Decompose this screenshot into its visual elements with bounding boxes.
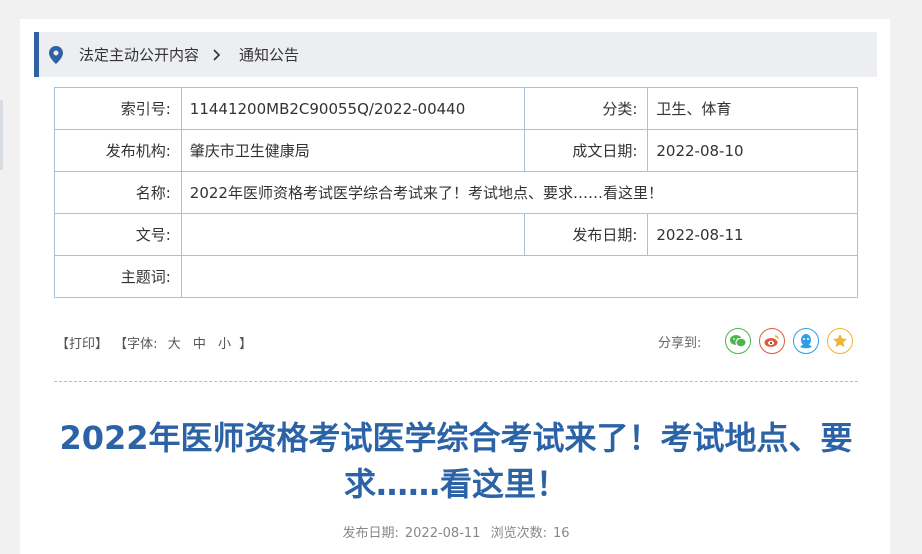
table-row: 主题词: bbox=[54, 255, 859, 298]
divider bbox=[54, 381, 858, 382]
print-button[interactable]: 【打印】 bbox=[56, 337, 108, 352]
category-value: 卫生、体育 bbox=[647, 87, 858, 130]
subject-label: 主题词: bbox=[54, 255, 182, 298]
font-size-suffix: 】 bbox=[239, 337, 253, 352]
page-tools: 【打印】 【字体: 大 中 小 】 bbox=[56, 333, 254, 352]
table-row: 发布机构: 肇庆市卫生健康局 成文日期: 2022-08-10 bbox=[54, 129, 858, 172]
font-large-button[interactable]: 大 bbox=[168, 337, 181, 352]
table-row: 索引号: 11441200MB2C90055Q/2022-00440 分类: 卫… bbox=[54, 87, 858, 130]
left-edge bbox=[0, 100, 3, 170]
content-panel: 法定主动公开内容 通知公告 索引号: 11441200MB2C90055Q/20… bbox=[20, 19, 890, 554]
table-row: 文号: 发布日期: 2022-08-11 bbox=[54, 213, 858, 256]
share-label: 分享到: bbox=[658, 335, 702, 351]
published-date-label: 发布日期: bbox=[523, 213, 649, 256]
doc-number-label: 文号: bbox=[54, 213, 182, 256]
font-small-button[interactable]: 小 bbox=[218, 337, 231, 352]
wechat-icon[interactable] bbox=[725, 328, 752, 354]
document-info-table: 索引号: 11441200MB2C90055Q/2022-00440 分类: 卫… bbox=[54, 87, 859, 298]
name-value: 2022年医师资格考试医学综合考试来了！考试地点、要求……看这里！ bbox=[180, 171, 859, 214]
breadcrumb-item-notices[interactable]: 通知公告 bbox=[239, 44, 299, 65]
breadcrumb-item-public-content[interactable]: 法定主动公开内容 bbox=[79, 44, 199, 65]
published-date-value: 2022-08-11 bbox=[647, 213, 858, 256]
left-strip bbox=[0, 0, 14, 554]
name-label: 名称: bbox=[54, 171, 182, 214]
article-meta: 发布日期: 2022-08-11 浏览次数: 16 bbox=[54, 522, 858, 541]
created-date-label: 成文日期: bbox=[523, 129, 649, 172]
publisher-value: 肇庆市卫生健康局 bbox=[180, 129, 525, 172]
doc-number-value bbox=[180, 213, 525, 256]
index-value: 11441200MB2C90055Q/2022-00440 bbox=[180, 87, 525, 130]
qq-icon[interactable] bbox=[793, 328, 820, 354]
date-value: 2022-08-11 bbox=[404, 526, 481, 541]
views-value: 16 bbox=[552, 526, 570, 541]
qzone-icon[interactable] bbox=[827, 328, 854, 354]
location-pin-icon bbox=[49, 45, 63, 64]
weibo-icon[interactable] bbox=[759, 328, 786, 354]
font-size-prefix: 【字体: bbox=[114, 337, 158, 352]
share-bar: 分享到: bbox=[658, 328, 854, 354]
views-label: 浏览次数: bbox=[490, 526, 547, 541]
publisher-label: 发布机构: bbox=[54, 129, 182, 172]
created-date-value: 2022-08-10 bbox=[647, 129, 858, 172]
index-label: 索引号: bbox=[54, 87, 182, 130]
table-row: 名称: 2022年医师资格考试医学综合考试来了！考试地点、要求……看这里！ bbox=[54, 171, 859, 214]
breadcrumb: 法定主动公开内容 通知公告 bbox=[34, 32, 877, 77]
font-medium-button[interactable]: 中 bbox=[193, 337, 206, 352]
article-title: 2022年医师资格考试医学综合考试来了！考试地点、要求……看这里！ bbox=[59, 419, 853, 503]
subject-value bbox=[180, 255, 859, 298]
chevron-right-icon bbox=[213, 48, 223, 62]
category-label: 分类: bbox=[523, 87, 649, 130]
date-label: 发布日期: bbox=[342, 526, 399, 541]
